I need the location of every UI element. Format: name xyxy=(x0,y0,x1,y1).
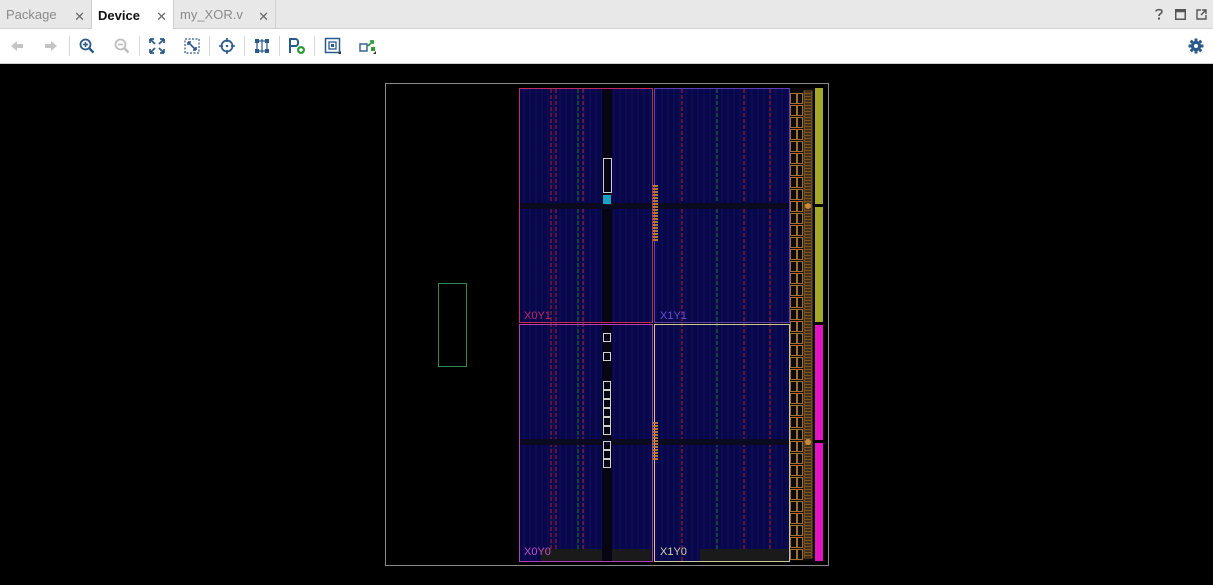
tab-device[interactable]: Device ✕ xyxy=(92,0,174,30)
zoom-in-button[interactable] xyxy=(78,37,96,55)
clock-buffer-tile xyxy=(653,230,658,232)
pblock-rectangle[interactable] xyxy=(438,283,467,367)
clock-buffer-tile xyxy=(653,431,658,433)
clock-buffer-tile xyxy=(653,437,658,439)
tab-package-label: Package xyxy=(6,7,57,22)
clock-buffer-tile xyxy=(653,233,658,235)
back-button[interactable] xyxy=(8,37,26,55)
zoom-fit-button[interactable] xyxy=(148,37,166,55)
site-view-button[interactable] xyxy=(324,37,342,55)
clock-buffer-tile xyxy=(653,200,658,202)
toolbar-separator xyxy=(244,36,245,56)
routing-resources-button[interactable] xyxy=(253,37,271,55)
clock-region-label-x0y1: X0Y1 xyxy=(524,310,551,322)
clock-buffer-tile xyxy=(653,440,658,442)
zoom-out-button[interactable] xyxy=(113,37,131,55)
auto-fit-selection-button[interactable] xyxy=(218,37,236,55)
cell-view-button[interactable] xyxy=(359,37,377,55)
editor-tab-bar: Package ✕ Device ✕ my_XOR.v ✕ xyxy=(0,0,1213,30)
clock-buffer-tile xyxy=(653,185,658,187)
tab-package[interactable]: Package ✕ xyxy=(0,0,92,29)
device-toolbar xyxy=(0,29,1213,64)
toolbar-separator xyxy=(209,36,210,56)
settings-button[interactable] xyxy=(1187,37,1205,55)
close-icon[interactable]: ✕ xyxy=(74,9,85,25)
close-icon[interactable]: ✕ xyxy=(258,9,269,25)
zoom-in-icon xyxy=(79,38,95,54)
clock-buffer-tile xyxy=(653,446,658,448)
maximize-icon[interactable] xyxy=(1174,7,1186,21)
tab-my-xor[interactable]: my_XOR.v ✕ xyxy=(174,0,276,29)
toolbar-separator xyxy=(69,36,70,56)
clock-buffer-tile xyxy=(805,439,811,445)
selected-cell-highlight[interactable] xyxy=(603,195,611,204)
clock-buffer-tile xyxy=(653,422,658,424)
clock-buffer-tile xyxy=(653,221,658,223)
clock-buffer-tile xyxy=(653,452,658,454)
clock-buffer-tile xyxy=(653,197,658,199)
gear-icon xyxy=(1188,38,1204,54)
tab-my-xor-label: my_XOR.v xyxy=(180,7,243,22)
clock-buffer-tile xyxy=(653,218,658,220)
zoom-selected-button[interactable] xyxy=(183,37,201,55)
clock-buffer-tile xyxy=(653,188,658,190)
toolbar-separator xyxy=(314,36,315,56)
io-bank-gap xyxy=(813,440,825,443)
clock-buffer-tile xyxy=(653,212,658,214)
tabbar-window-controls xyxy=(1153,7,1207,21)
clock-buffer-tile xyxy=(653,203,658,205)
io-bank-gap xyxy=(813,204,825,207)
clock-buffer-tile xyxy=(653,206,658,208)
site-icon xyxy=(324,37,341,54)
clock-buffer-tile xyxy=(653,428,658,430)
pblock-add-icon xyxy=(289,38,305,54)
arrow-left-icon xyxy=(11,41,23,51)
clock-buffer-tile xyxy=(653,239,658,241)
horizontal-clock-row xyxy=(519,203,824,209)
clock-buffer-tile xyxy=(653,455,658,457)
clock-region-label-x1y0: X1Y0 xyxy=(660,546,687,558)
tab-device-label: Device xyxy=(98,7,140,23)
clock-buffer-tile xyxy=(653,443,658,445)
toolbar-separator xyxy=(279,36,280,56)
clock-region-label-x1y1: X1Y1 xyxy=(660,310,687,322)
clock-buffer-tile xyxy=(653,209,658,211)
device-view-canvas[interactable]: X0Y1 X1Y1 X0Y0 X1Y0 xyxy=(0,65,1213,585)
clock-buffer-tile xyxy=(653,449,658,451)
horizontal-clock-row xyxy=(519,439,824,445)
clock-buffer-tile xyxy=(653,191,658,193)
help-icon[interactable] xyxy=(1153,7,1165,21)
toolbar-separator xyxy=(139,36,140,56)
clock-buffer-tile xyxy=(653,434,658,436)
float-window-icon[interactable] xyxy=(1195,7,1207,21)
device-floorplan[interactable]: X0Y1 X1Y1 X0Y0 X1Y0 xyxy=(0,65,1213,585)
clock-buffer-tile xyxy=(653,236,658,238)
forward-button[interactable] xyxy=(42,37,60,55)
zoom-selection-icon xyxy=(184,38,200,54)
crosshair-icon xyxy=(219,38,235,54)
clock-region-label-x0y0: X0Y0 xyxy=(524,546,551,558)
bottom-strip xyxy=(541,549,651,561)
io-column xyxy=(790,88,814,561)
routing-icon xyxy=(255,39,269,53)
clock-buffer-tile xyxy=(653,425,658,427)
close-icon[interactable]: ✕ xyxy=(156,9,167,25)
bottom-strip xyxy=(700,549,788,561)
cell-icon xyxy=(359,40,376,54)
fit-view-icon xyxy=(149,38,165,54)
clock-buffer-tile xyxy=(653,194,658,196)
clock-buffer-tile xyxy=(653,224,658,226)
zoom-out-icon xyxy=(114,38,130,54)
clock-buffer-tile xyxy=(805,203,811,209)
clock-buffer-tile xyxy=(653,215,658,217)
arrow-right-icon xyxy=(45,41,57,51)
create-pblock-button[interactable] xyxy=(288,37,306,55)
clock-buffer-tile xyxy=(653,458,658,460)
clock-buffer-tile xyxy=(653,227,658,229)
